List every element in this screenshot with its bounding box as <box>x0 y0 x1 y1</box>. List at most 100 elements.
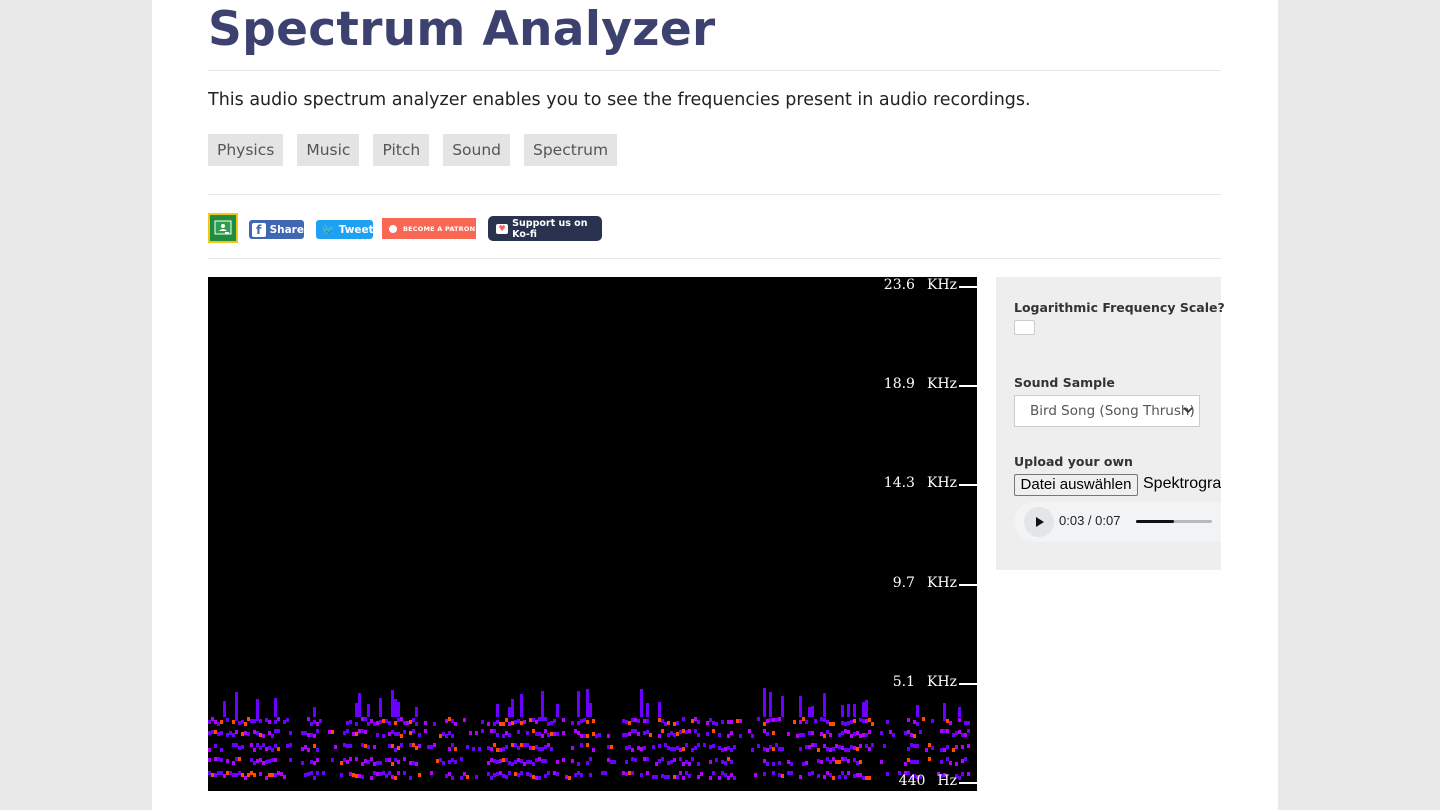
tag-physics[interactable]: Physics <box>208 134 284 166</box>
spectrogram-cell <box>241 745 244 749</box>
spectrogram-cell <box>787 760 790 764</box>
spectrogram-cell <box>880 760 883 764</box>
spectrogram-cell <box>712 721 715 725</box>
spectrogram-cell <box>352 732 355 736</box>
audio-seek-slider[interactable] <box>1136 520 1212 523</box>
spectrogram-cell <box>727 757 730 761</box>
spectrogram-cell <box>343 743 346 747</box>
spectrogram-cell <box>238 771 241 775</box>
spectrogram-cell <box>361 717 364 721</box>
choose-file-button[interactable]: Datei auswählen <box>1014 474 1138 496</box>
spectrogram-cell <box>547 743 550 747</box>
spectrogram-cell <box>961 772 964 776</box>
spectrogram-cell <box>592 719 595 723</box>
tag-pitch[interactable]: Pitch <box>373 134 430 166</box>
spectrogram-cell <box>505 718 508 722</box>
spectrogram-cell <box>262 761 265 765</box>
frequency-unit: KHz <box>926 376 957 392</box>
spectrogram-cell <box>370 719 373 723</box>
spectrogram-cell <box>418 733 421 737</box>
spectrogram-cell <box>646 730 649 734</box>
google-classroom-button[interactable] <box>208 213 238 243</box>
spectrogram-cell <box>766 762 769 766</box>
facebook-icon: f <box>252 222 266 237</box>
spectrogram-cell <box>916 760 919 764</box>
spectrogram-cell <box>454 722 457 726</box>
spectrogram-cell <box>664 775 667 779</box>
spectrogram-cell <box>259 746 262 750</box>
spectrogram-cell <box>256 759 259 763</box>
spectrogram-cell <box>709 745 712 749</box>
spectrogram-cell <box>838 760 841 764</box>
spectrogram-cell <box>766 719 769 723</box>
spectrogram-cell <box>967 772 970 776</box>
spectrogram-cell <box>787 771 790 775</box>
spectrogram-cell <box>799 775 802 779</box>
spectrogram-cell <box>394 699 397 717</box>
spectrogram-cell <box>589 703 592 717</box>
spectrogram-cell <box>331 730 334 734</box>
spectrogram-cell <box>244 722 247 726</box>
google-classroom-icon <box>214 220 232 235</box>
kofi-button[interactable]: ♥ Support us on Ko-fi <box>488 216 602 241</box>
spectrogram-cell <box>787 732 790 736</box>
spectrogram-cell <box>265 760 268 764</box>
tag-spectrum[interactable]: Spectrum <box>524 134 618 166</box>
spectrogram-cell <box>451 719 454 723</box>
spectrogram-cell <box>394 748 397 752</box>
spectrogram-cell <box>844 748 847 752</box>
spectrogram-cell <box>586 761 589 765</box>
log-scale-checkbox[interactable] <box>1014 320 1035 335</box>
frequency-label: 14.3 KHz <box>884 475 957 491</box>
spectrogram-cell <box>865 776 868 780</box>
spectrogram-cell <box>541 691 544 717</box>
spectrogram-cell <box>538 717 541 721</box>
spectrogram-cell <box>310 722 313 726</box>
spectrogram-canvas[interactable]: 23.6 KHz 18.9 KHz 14.3 KHz 9.7 KHz 5.1 KHz 440 Hz <box>208 277 977 791</box>
spectrogram-cell <box>331 758 334 762</box>
spectrogram-cell <box>304 745 307 749</box>
spectrogram-cell <box>271 734 274 738</box>
spectrogram-cell <box>913 734 916 738</box>
spectrogram-cell <box>253 748 256 752</box>
spectrogram-cell <box>694 717 697 721</box>
tag-sound[interactable]: Sound <box>443 134 510 166</box>
play-button[interactable] <box>1024 507 1054 537</box>
sound-sample-select[interactable]: Bird Song (Song Thrush) <box>1014 395 1200 427</box>
spectrogram-cell <box>451 743 454 747</box>
spectrogram-cell <box>532 746 535 750</box>
spectrogram-cell <box>607 734 610 738</box>
spectrogram-cell <box>586 689 589 717</box>
spectrogram-cell <box>262 743 265 747</box>
twitter-bird-icon: 🐦 <box>321 223 335 236</box>
spectrogram-cell <box>367 704 370 717</box>
spectrogram-cell <box>550 721 553 725</box>
spectrogram-cell <box>265 718 268 722</box>
spectrogram-cell <box>772 771 775 775</box>
spectrogram-cell <box>508 733 511 737</box>
audio-time: 0:03 / 0:07 <box>1059 513 1120 528</box>
spectrogram-cell <box>385 719 388 723</box>
spectrogram-cell <box>358 729 361 733</box>
spectrogram-cell <box>571 721 574 725</box>
spectrogram-cell <box>289 731 292 735</box>
spectrogram-cell <box>550 747 553 751</box>
twitter-tweet-button[interactable]: 🐦 Tweet <box>316 220 374 239</box>
spectrogram-cell <box>277 729 280 733</box>
spectrogram-cell <box>496 720 499 724</box>
facebook-share-button[interactable]: f Share <box>249 220 304 239</box>
spectrogram-cell <box>487 746 490 750</box>
tag-music[interactable]: Music <box>297 134 360 166</box>
spectrogram-cell <box>229 731 232 735</box>
spectrogram-cell <box>316 722 319 726</box>
spectrogram-cell <box>448 772 451 776</box>
spectrogram-cell <box>304 731 307 735</box>
spectrogram-cell <box>649 733 652 737</box>
spectrogram-cell <box>511 762 514 766</box>
frequency-tick <box>959 484 977 486</box>
spectrogram-cell <box>454 760 457 764</box>
spectrogram-cell <box>553 771 556 775</box>
spectrogram-cell <box>586 720 589 724</box>
patreon-button[interactable]: BECOME A PATRON <box>382 218 476 239</box>
spectrogram-cell <box>871 743 874 747</box>
